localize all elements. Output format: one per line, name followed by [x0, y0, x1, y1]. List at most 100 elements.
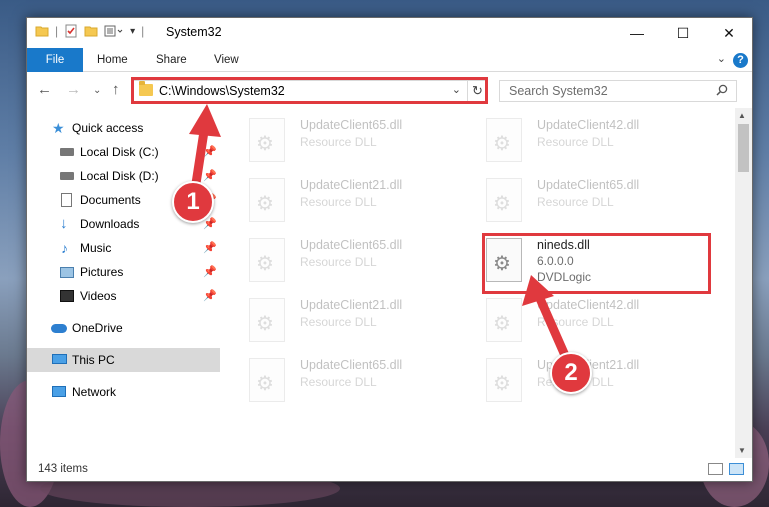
- search-input[interactable]: Search System32: [499, 80, 737, 102]
- dll-file-icon: [486, 118, 522, 162]
- scroll-down-icon[interactable]: ▼: [738, 446, 746, 455]
- details-view-icon[interactable]: [708, 463, 723, 475]
- download-icon: ↓: [60, 215, 68, 232]
- ribbon-tabs: File Home Share View ⌄ ?: [27, 48, 752, 72]
- expand-ribbon-icon[interactable]: ⌄: [717, 52, 726, 65]
- sidebar-item-label: Documents: [80, 193, 141, 207]
- view-toggles: [708, 463, 744, 475]
- large-icons-view-icon[interactable]: [729, 463, 744, 475]
- search-icon: [716, 84, 728, 96]
- maximize-button[interactable]: ☐: [660, 18, 706, 48]
- item-count: 143 items: [38, 463, 88, 475]
- sidebar-item-local-disk-c[interactable]: Local Disk (C:) 📌: [27, 140, 220, 164]
- pictures-icon: [60, 267, 74, 278]
- file-item[interactable]: UpdateClient65.dll Resource DLL: [462, 172, 692, 230]
- tab-home[interactable]: Home: [97, 48, 128, 72]
- minimize-button[interactable]: —: [614, 18, 660, 48]
- quick-access-toolbar: | ▾ |: [35, 24, 144, 38]
- file-item[interactable]: UpdateClient21.dll Resource DLL: [225, 172, 455, 230]
- star-icon: ★: [52, 120, 65, 136]
- cloud-icon: [51, 324, 67, 333]
- file-item[interactable]: UpdateClient65.dll Resource DLL: [225, 232, 455, 290]
- sidebar-item-label: Downloads: [80, 217, 140, 231]
- sidebar-item-label: Local Disk (C:): [80, 145, 159, 159]
- file-name: UpdateClient21.dll: [300, 178, 403, 192]
- sidebar-item-videos[interactable]: Videos 📌: [27, 284, 220, 308]
- drive-icon: [60, 172, 74, 180]
- sidebar-item-label: Local Disk (D:): [80, 169, 159, 183]
- sidebar-item-quick-access[interactable]: ★ Quick access: [27, 116, 220, 140]
- vertical-scrollbar[interactable]: ▲ ▼: [735, 108, 752, 458]
- up-arrow-icon[interactable]: ↑: [112, 81, 120, 98]
- close-button[interactable]: ✕: [706, 18, 752, 48]
- window-title: System32: [166, 25, 222, 39]
- pin-icon[interactable]: 📌: [203, 284, 217, 308]
- computer-icon: [52, 354, 67, 364]
- step-1-badge: 1: [172, 181, 214, 223]
- file-name: UpdateClient65.dll: [300, 238, 403, 252]
- file-item[interactable]: UpdateClient21.dll Resource DLL: [225, 292, 455, 350]
- file-type: Resource DLL: [537, 315, 614, 329]
- recent-locations-icon[interactable]: ⌄: [93, 85, 101, 96]
- file-explorer-window: | ▾ | System32 — ☐ ✕ File Home Share Vie…: [26, 17, 753, 482]
- tab-view[interactable]: View: [214, 48, 239, 72]
- sidebar-item-pictures[interactable]: Pictures 📌: [27, 260, 220, 284]
- new-folder-icon[interactable]: [84, 24, 98, 38]
- pin-icon[interactable]: 📌: [203, 140, 217, 164]
- sidebar-item-label: Quick access: [72, 121, 144, 135]
- file-type: Resource DLL: [300, 375, 377, 389]
- back-arrow-icon[interactable]: ←: [37, 81, 52, 98]
- scrollbar-thumb[interactable]: [738, 124, 749, 172]
- file-name: UpdateClient65.dll: [300, 118, 403, 132]
- navigation-pane: ★ Quick access Local Disk (C:) 📌 Local D…: [27, 108, 220, 458]
- file-item[interactable]: UpdateClient42.dll Resource DLL: [462, 112, 692, 170]
- music-icon: ♪: [61, 240, 68, 256]
- properties-icon[interactable]: [64, 24, 78, 38]
- chevron-down-icon[interactable]: ▾: [130, 26, 135, 37]
- dll-file-icon: [249, 358, 285, 402]
- sidebar-item-music[interactable]: ♪ Music 📌: [27, 236, 220, 260]
- title-bar: | ▾ | System32 — ☐ ✕: [27, 18, 752, 48]
- dll-file-icon: [249, 238, 285, 282]
- dll-file-icon: [249, 298, 285, 342]
- sidebar-item-label: Music: [80, 241, 112, 255]
- file-name: UpdateClient65.dll: [537, 178, 640, 192]
- documents-icon: [61, 193, 72, 207]
- pin-icon[interactable]: 📌: [203, 260, 217, 284]
- toolbar-separator: |: [55, 24, 59, 38]
- file-type: Resource DLL: [300, 135, 377, 149]
- file-type: Resource DLL: [537, 195, 614, 209]
- sidebar-item-label: Network: [72, 385, 117, 399]
- dll-file-icon: [486, 358, 522, 402]
- search-placeholder: Search System32: [509, 84, 608, 98]
- sidebar-item-label: OneDrive: [72, 321, 123, 335]
- dll-file-icon: [249, 118, 285, 162]
- scroll-up-icon[interactable]: ▲: [738, 111, 746, 120]
- help-icon[interactable]: ?: [733, 53, 748, 68]
- file-name: UpdateClient21.dll: [300, 298, 403, 312]
- videos-icon: [60, 290, 74, 302]
- tab-file[interactable]: File: [27, 48, 83, 72]
- file-name: UpdateClient65.dll: [300, 358, 403, 372]
- customize-toolbar-icon[interactable]: [104, 24, 124, 38]
- dll-file-icon: [249, 178, 285, 222]
- file-item[interactable]: UpdateClient65.dll Resource DLL: [225, 112, 455, 170]
- folder-icon[interactable]: [35, 24, 49, 38]
- file-type: Resource DLL: [537, 135, 614, 149]
- network-icon: [52, 386, 66, 397]
- pin-icon[interactable]: 📌: [203, 236, 217, 260]
- step-2-badge: 2: [550, 352, 592, 394]
- file-name: UpdateClient42.dll: [537, 118, 640, 132]
- file-type: Resource DLL: [300, 315, 377, 329]
- file-item[interactable]: UpdateClient65.dll Resource DLL: [225, 352, 455, 410]
- drive-icon: [60, 148, 74, 156]
- dll-file-icon: [486, 178, 522, 222]
- sidebar-item-network[interactable]: Network: [27, 380, 220, 404]
- sidebar-item-this-pc[interactable]: This PC: [27, 348, 220, 372]
- forward-arrow-icon[interactable]: →: [66, 81, 81, 98]
- sidebar-item-onedrive[interactable]: OneDrive: [27, 316, 220, 340]
- file-item[interactable]: UpdateClient42.dll Resource DLL: [462, 292, 692, 350]
- sidebar-item-label: Videos: [80, 289, 117, 303]
- sidebar-item-label: This PC: [72, 353, 115, 367]
- tab-share[interactable]: Share: [156, 48, 187, 72]
